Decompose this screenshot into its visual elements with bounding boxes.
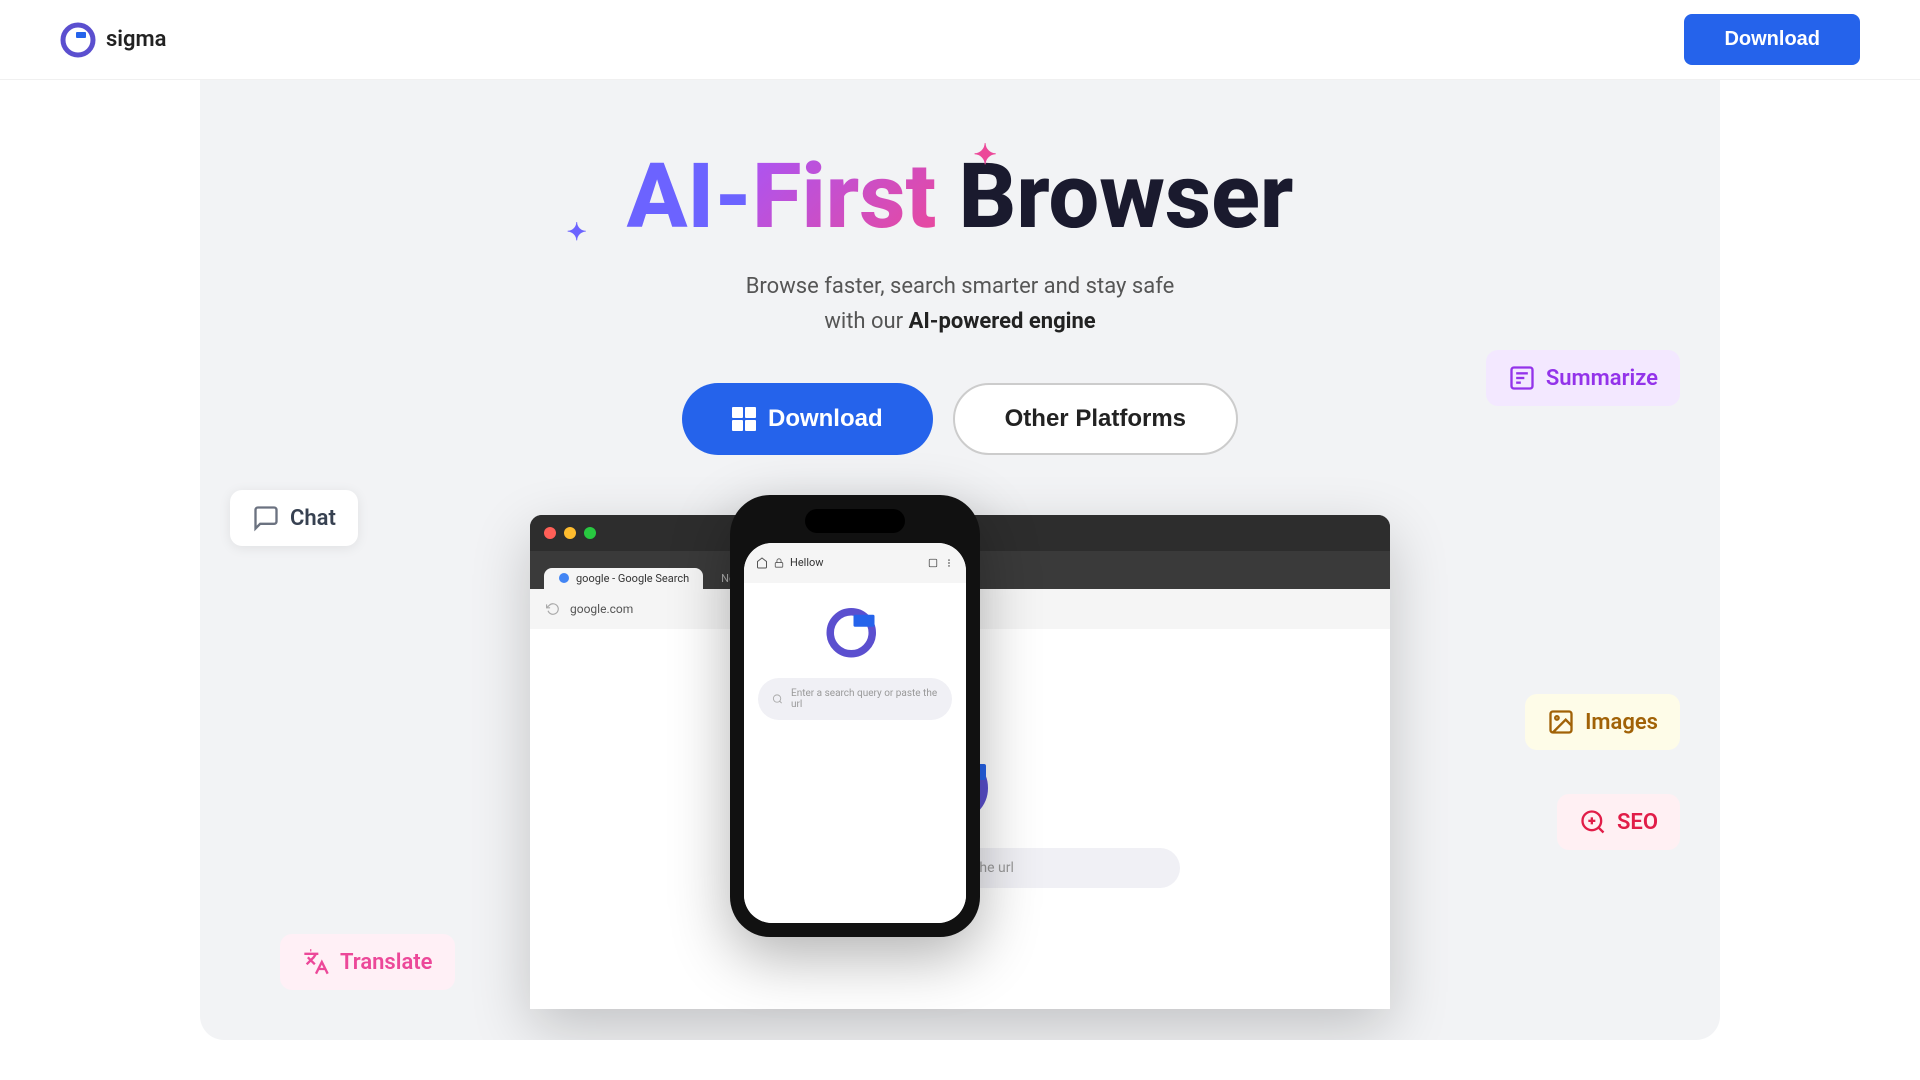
hero-title: ✦ ✦ AI-First Browser: [627, 150, 1294, 245]
header: sigma Download: [0, 0, 1920, 80]
maximize-dot: [584, 527, 596, 539]
hero-section: ✦ ✦ AI-First Browser Browse faster, sear…: [200, 80, 1720, 1040]
phone-search-icon: [772, 693, 783, 705]
windows-icon: [732, 407, 756, 431]
minimize-dot: [564, 527, 576, 539]
phone-home-icon: [756, 557, 768, 569]
download-button[interactable]: Download: [682, 383, 933, 455]
sigma-logo-icon: [60, 22, 96, 58]
phone-lock-icon: [774, 558, 784, 568]
phone-tab-icon: [928, 558, 938, 568]
summarize-badge: Summarize: [1486, 350, 1680, 406]
tab-google: google - Google Search: [544, 568, 703, 589]
phone-search-bar[interactable]: Enter a search query or paste the url: [758, 678, 952, 720]
title-ai: AI-: [627, 144, 753, 249]
logo-text: sigma: [106, 27, 166, 52]
tab-google-icon: [558, 572, 570, 584]
close-dot: [544, 527, 556, 539]
phone-sigma-ring: [825, 603, 885, 658]
star-left-icon: ✦: [567, 220, 587, 245]
hero-buttons: Download Other Platforms: [682, 383, 1238, 455]
browser-area: google - Google Search New Tab google.co…: [200, 515, 1720, 1040]
title-first: First: [752, 144, 936, 249]
refresh-icon: [546, 602, 560, 616]
hero-subtitle: Browse faster, search smarter and stay s…: [746, 269, 1175, 339]
header-download-button[interactable]: Download: [1684, 14, 1860, 65]
phone-menu-icon: [944, 558, 954, 568]
summarize-icon: [1508, 364, 1536, 392]
logo: sigma: [60, 22, 166, 58]
phone-addr-icons: [928, 558, 954, 568]
phone-addressbar: Hellow: [744, 543, 966, 583]
phone-notch: [805, 509, 905, 533]
phone-mockup: Hellow: [730, 495, 980, 937]
star-top-icon: ✦: [973, 140, 996, 169]
phone-content: Enter a search query or paste the url: [744, 583, 966, 923]
other-platforms-button[interactable]: Other Platforms: [953, 383, 1238, 455]
phone-screen: Hellow: [744, 543, 966, 923]
